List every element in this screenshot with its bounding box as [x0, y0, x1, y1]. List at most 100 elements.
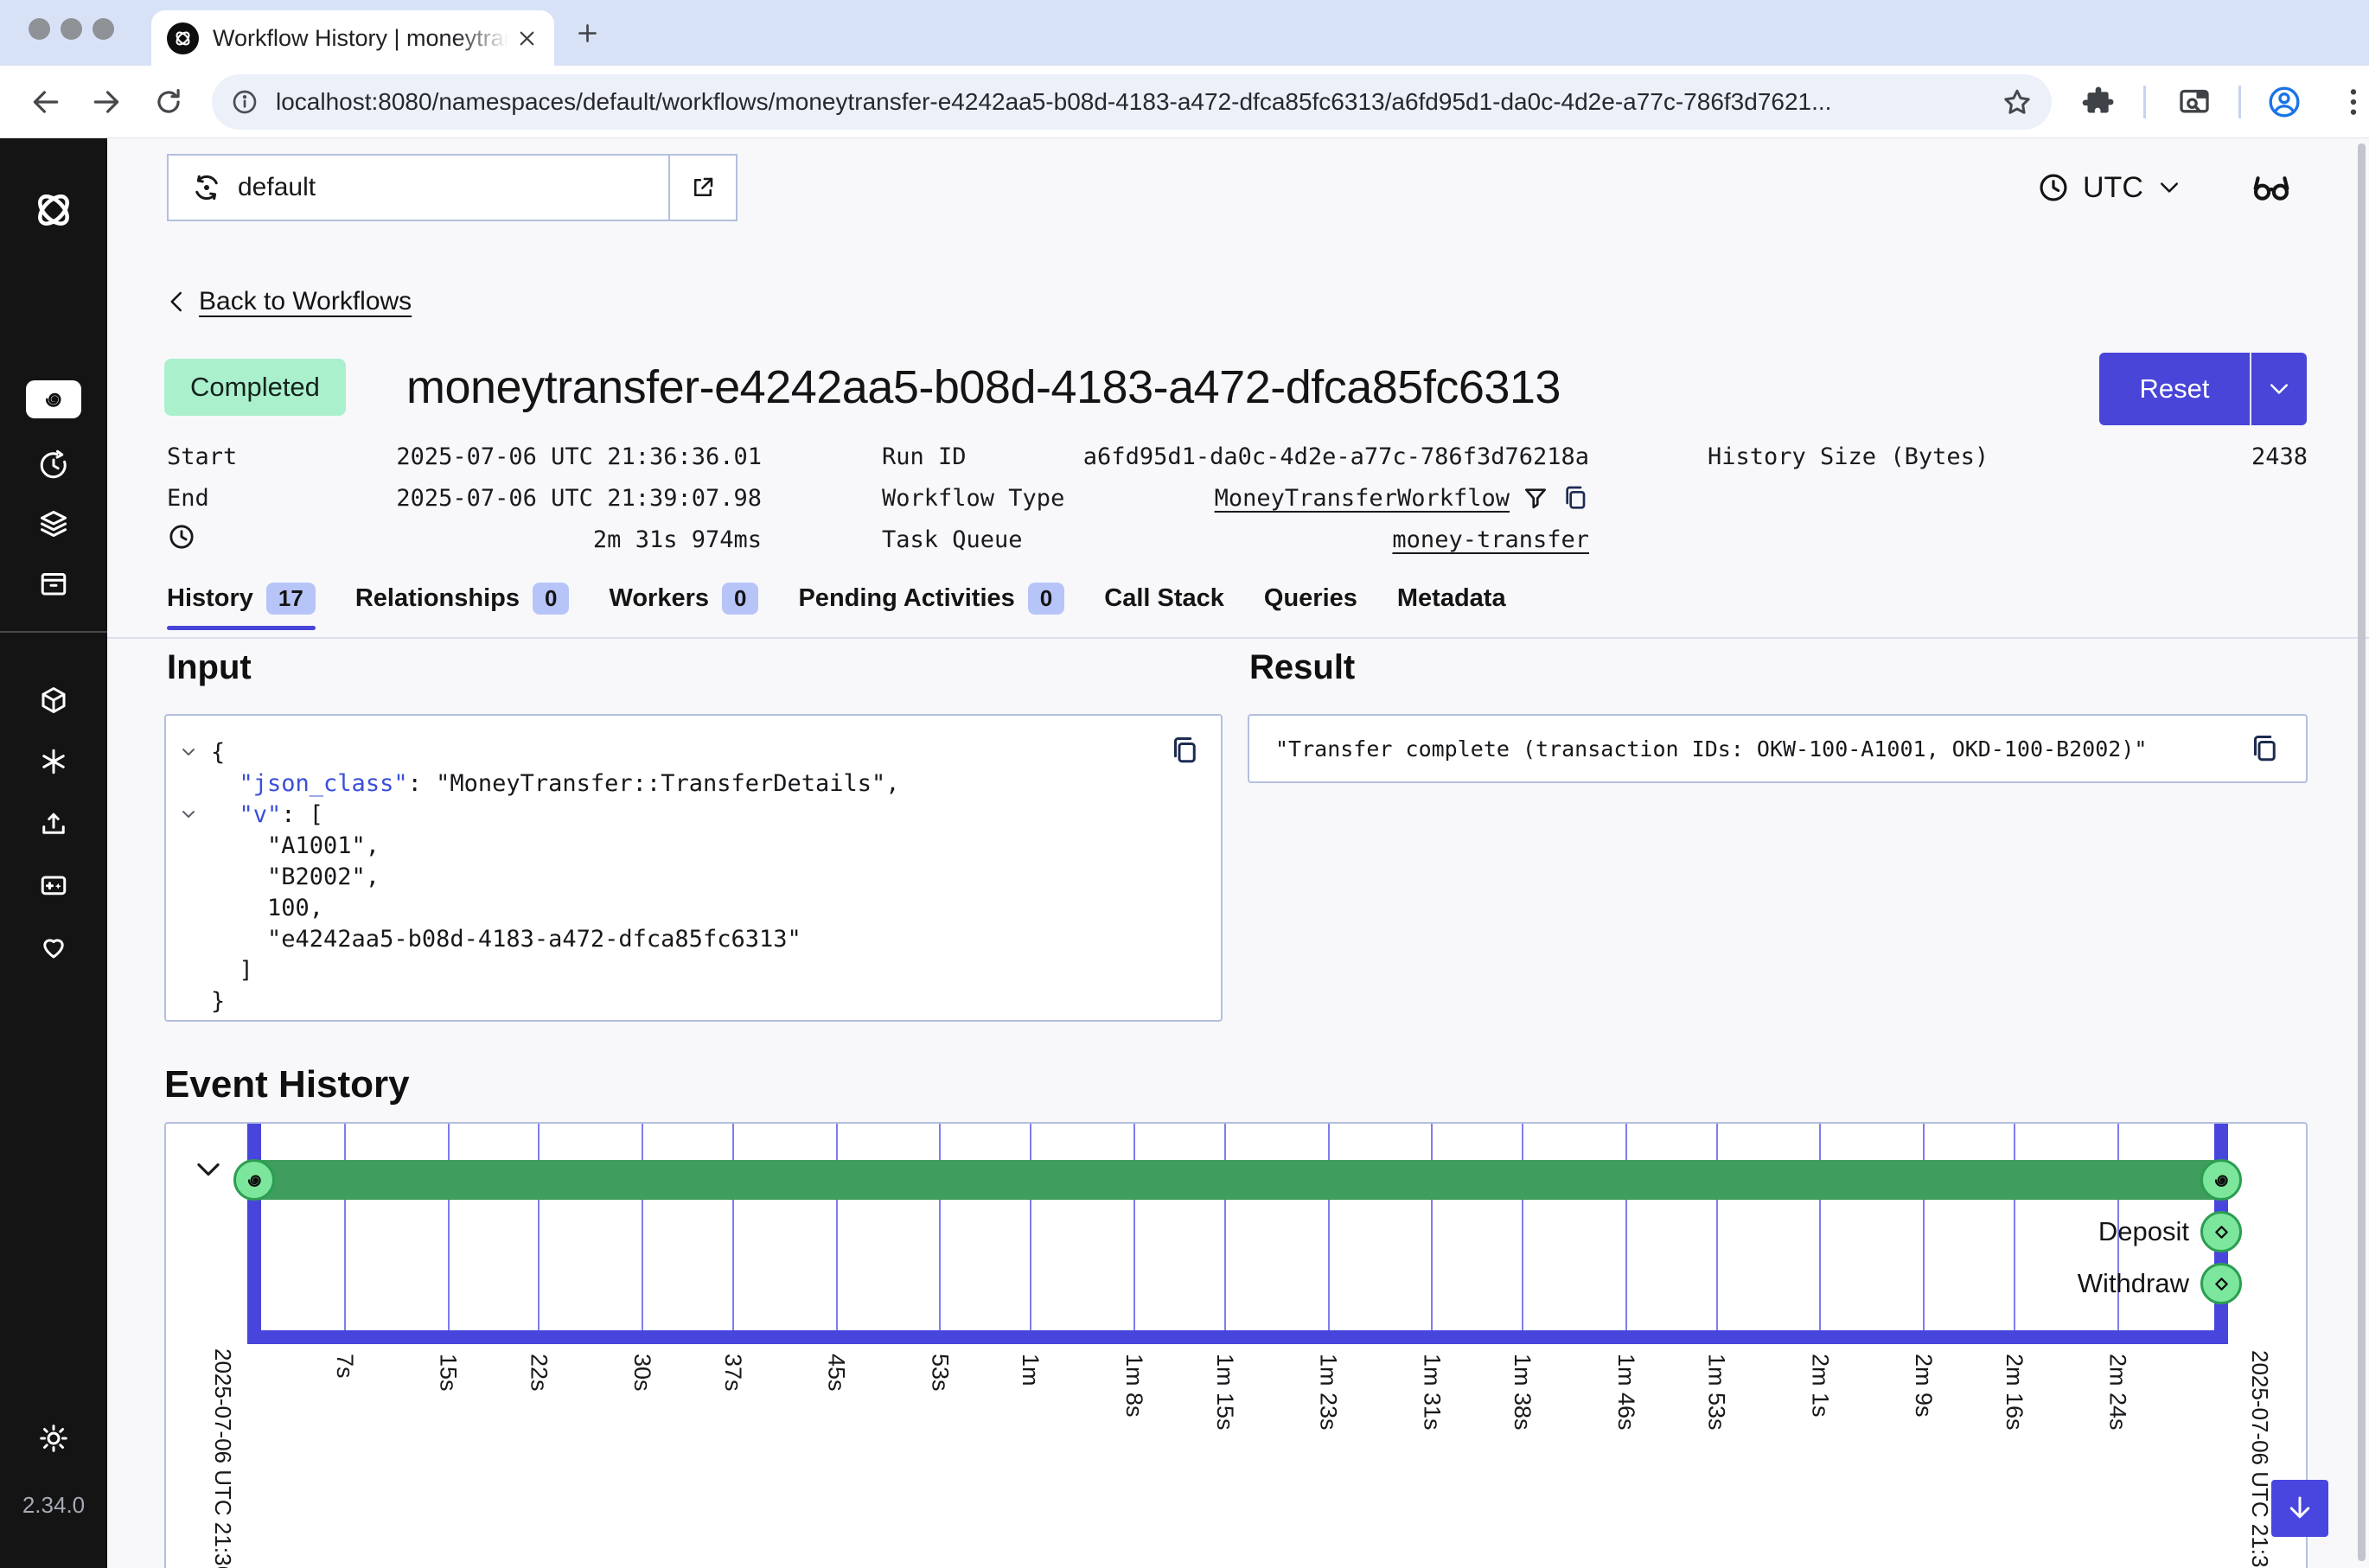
page-scrollbar[interactable]	[2358, 143, 2366, 1561]
sidebar-divider	[0, 631, 107, 633]
detail-row: Task Queue money-transfer	[882, 519, 1589, 560]
forward-icon[interactable]	[90, 86, 123, 118]
chart-gridline	[1328, 1124, 1330, 1330]
axis-tick-label: 1m 31s	[1418, 1354, 1445, 1431]
timezone-selector[interactable]: UTC	[2037, 154, 2182, 221]
chevron-down-icon	[2266, 376, 2292, 402]
tab-close-icon[interactable]	[515, 27, 539, 50]
chart-gridline	[1133, 1124, 1135, 1330]
tab-title: Workflow History | moneytran	[213, 25, 508, 52]
diamond-icon	[2210, 1272, 2233, 1296]
sidebar-item-feedback[interactable]	[38, 931, 69, 962]
detail-value: 2025-07-06 UTC 21:39:07.98	[396, 485, 762, 512]
axis-tick-label: 37s	[719, 1354, 746, 1392]
detail-label: Task Queue	[882, 526, 1023, 553]
timeline-end-timestamp: 2025-07-06 UTC 21:39:07.98	[2246, 1350, 2273, 1568]
reload-icon[interactable]	[152, 86, 185, 118]
json-line: "B2002",	[166, 861, 1221, 892]
namespace-open-button[interactable]	[668, 156, 736, 220]
filter-icon[interactable]	[1522, 484, 1549, 512]
json-line: 100,	[166, 892, 1221, 923]
browser-toolbar: localhost:8080/namespaces/default/workfl…	[0, 66, 2369, 138]
code-gutter	[166, 742, 211, 762]
event-marker-withdraw[interactable]	[2200, 1263, 2242, 1304]
browser-menu-icon[interactable]	[2336, 85, 2369, 119]
json-key: "json_class"	[239, 770, 408, 797]
workflow-execution-bar[interactable]	[254, 1160, 2221, 1200]
theme-toggle-sun-icon[interactable]	[38, 1423, 69, 1454]
tab-metadata[interactable]: Metadata	[1397, 574, 1506, 622]
sidebar-item-batch-operations[interactable]	[38, 508, 69, 539]
sidebar: 2.34.0	[0, 138, 107, 1568]
tab-count-badge: 17	[266, 583, 316, 615]
timeline-collapse-icon[interactable]	[192, 1153, 225, 1186]
back-icon[interactable]	[29, 86, 62, 118]
scroll-to-bottom-button[interactable]	[2271, 1480, 2328, 1537]
search-panel-icon[interactable]	[2177, 85, 2212, 119]
bookmark-star-icon[interactable]	[2002, 86, 2033, 118]
arrow-down-icon	[2284, 1493, 2315, 1524]
sidebar-item-archival[interactable]	[38, 568, 69, 599]
chart-gridline	[732, 1124, 734, 1330]
window-close-button[interactable]	[29, 18, 50, 40]
labs-glasses-icon[interactable]	[2248, 166, 2295, 209]
reset-menu-button[interactable]	[2251, 353, 2307, 425]
details-column-history: History Size (Bytes) 2438	[1708, 436, 2308, 477]
detail-value[interactable]: MoneyTransferWorkflow	[1215, 485, 1510, 512]
axis-tick-label: 1m 46s	[1612, 1354, 1639, 1431]
axis-tick-label: 1m 38s	[1509, 1354, 1536, 1431]
chart-gridline	[344, 1124, 346, 1330]
tab-workers[interactable]: Workers0	[609, 574, 758, 622]
event-marker-deposit[interactable]	[2200, 1211, 2242, 1252]
collapse-caret-icon[interactable]	[178, 804, 199, 825]
browser-tab[interactable]: Workflow History | moneytran	[151, 10, 554, 66]
back-to-workflows-link[interactable]: Back to Workflows	[164, 287, 412, 316]
collapse-caret-icon[interactable]	[178, 742, 199, 762]
sidebar-item-schedules[interactable]	[38, 449, 69, 481]
json-text: 100,	[211, 895, 323, 921]
sidebar-item-nexus[interactable]	[38, 746, 69, 777]
tab-relationships[interactable]: Relationships0	[355, 574, 570, 622]
workflow-end-marker[interactable]	[2200, 1159, 2242, 1201]
input-heading: Input	[167, 648, 252, 687]
json-line: "A1001",	[166, 830, 1221, 861]
profile-icon[interactable]	[2267, 85, 2302, 119]
tab-history[interactable]: History17	[167, 574, 316, 622]
axis-tick-label: 1m	[1017, 1354, 1044, 1386]
site-info-icon[interactable]	[231, 88, 259, 116]
detail-row: Start2025-07-06 UTC 21:36:36.01	[167, 436, 762, 477]
extensions-icon[interactable]	[2081, 85, 2116, 119]
axis-tick-label: 2m 1s	[1806, 1354, 1833, 1418]
result-value: "Transfer complete (transaction IDs: OKW…	[1275, 736, 2233, 762]
reset-button[interactable]: Reset	[2099, 353, 2307, 425]
detail-value[interactable]: money-transfer	[1392, 526, 1589, 553]
copy-icon[interactable]	[2249, 733, 2280, 764]
namespace-selector[interactable]: default	[167, 154, 738, 221]
tab-queries[interactable]: Queries	[1264, 574, 1357, 622]
detail-value-group: MoneyTransferWorkflow	[1215, 484, 1589, 512]
event-history-timeline: 7s15s22s30s37s45s53s1m1m 8s1m 15s1m 23s1…	[164, 1122, 2308, 1568]
window-zoom-button[interactable]	[93, 18, 114, 40]
browser-tabstrip: Workflow History | moneytran	[0, 0, 2369, 66]
url-bar[interactable]: localhost:8080/namespaces/default/workfl…	[212, 74, 2052, 130]
detail-label: History Size (Bytes)	[1708, 443, 1989, 470]
json-key: "v"	[239, 801, 282, 828]
temporal-logo-icon[interactable]	[28, 187, 80, 233]
workflow-start-marker[interactable]	[233, 1159, 275, 1201]
new-tab-button[interactable]	[574, 20, 601, 47]
sidebar-item-import[interactable]	[38, 807, 69, 838]
namespace-name: default	[238, 173, 316, 202]
tab-pending-activities[interactable]: Pending Activities0	[798, 574, 1064, 622]
sidebar-item-namespaces[interactable]	[38, 685, 69, 716]
window-minimize-button[interactable]	[61, 18, 82, 40]
namespace-current[interactable]: default	[169, 156, 668, 220]
details-column-ids: Run IDa6fd95d1-da0c-4d2e-a77c-786f3d7621…	[882, 436, 1589, 560]
copy-icon[interactable]	[1169, 735, 1200, 766]
tab-label: Metadata	[1397, 584, 1506, 613]
copy-icon[interactable]	[1561, 484, 1589, 512]
reset-button-label[interactable]: Reset	[2099, 353, 2251, 425]
sidebar-item-workflows[interactable]	[26, 380, 81, 418]
tab-call-stack[interactable]: Call Stack	[1104, 574, 1224, 622]
sidebar-item-labs[interactable]	[38, 870, 69, 901]
detail-value: 2438	[2251, 443, 2308, 470]
